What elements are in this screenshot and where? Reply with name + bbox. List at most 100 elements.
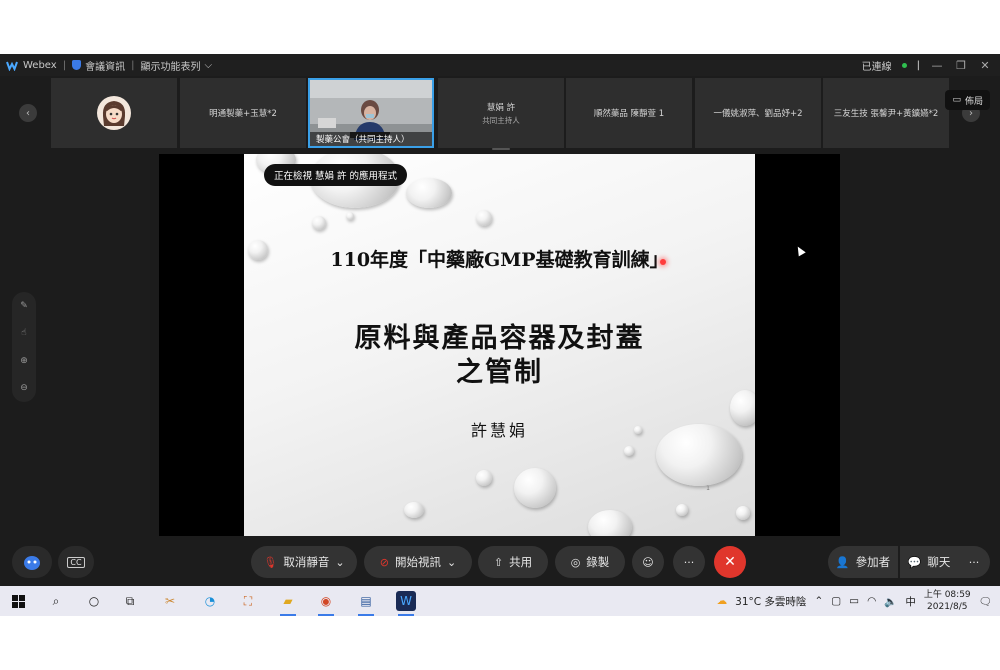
chat-bubble-icon: 💬	[907, 555, 922, 569]
task-view-icon[interactable]: ⧉	[120, 591, 140, 611]
annotate-icon[interactable]: ✎	[20, 301, 28, 311]
participant-name: 製藥公會（共同主持人）	[310, 132, 432, 146]
strip-prev-button[interactable]: ‹	[19, 104, 37, 122]
weather-text[interactable]: 31°C 多雲時陰	[735, 594, 806, 609]
smiley-icon: ☺	[642, 555, 654, 569]
chevron-down-icon[interactable]: ⌄	[447, 556, 456, 569]
share-label: 共用	[509, 555, 533, 569]
show-menu-bar-button[interactable]: 顯示功能表列 ⌵	[140, 58, 212, 73]
file-explorer-icon[interactable]: ▰	[278, 591, 298, 616]
annotation-toolbar: ✎ ☝ ⊕ ⊖	[12, 292, 36, 402]
connected-dot-icon	[901, 62, 907, 68]
start-button[interactable]	[8, 591, 28, 611]
assistant-button[interactable]	[12, 546, 52, 578]
title-right: 已連線 | — ❐ ✕	[862, 54, 992, 76]
water-drop	[476, 210, 492, 226]
drag-handle[interactable]	[492, 148, 510, 150]
chevron-up-icon[interactable]: ⌃	[814, 595, 823, 607]
more-options-button[interactable]: ···	[673, 546, 705, 578]
clock[interactable]: 上午 08:59 2021/8/5	[924, 589, 971, 613]
cortana-icon[interactable]: ○	[84, 591, 104, 611]
slide-title-line2: 原料與產品容器及封蓋 之管制	[244, 322, 755, 390]
end-meeting-button[interactable]: ✕	[714, 546, 746, 578]
battery-icon[interactable]: ▭	[849, 595, 859, 607]
share-button[interactable]: ⇧ 共用	[478, 546, 548, 578]
clock-time: 上午 08:59	[923, 590, 971, 600]
unmute-button[interactable]: 🎙 取消靜音 ⌄	[251, 546, 357, 578]
remote-control-icon[interactable]: ☝	[21, 328, 26, 338]
water-drop	[588, 510, 632, 536]
shield-icon	[72, 60, 82, 70]
device-icon[interactable]: ▢	[831, 595, 841, 607]
pdf-reader-icon[interactable]: ⛶	[238, 591, 258, 611]
participant-tile[interactable]: 慧娟 許 共同主持人	[438, 78, 564, 148]
video-off-icon: ⊘	[379, 555, 389, 569]
chat-button[interactable]: 💬 聊天	[900, 546, 958, 578]
water-drop	[404, 502, 424, 518]
notification-icon[interactable]: 🗨	[979, 595, 992, 608]
system-tray: ☁ 31°C 多雲時陰 ⌃ ▢ ▭ ◠ 🔈 中 上午 08:59 2021/8/…	[717, 586, 992, 616]
meeting-info-label: 會議資訊	[85, 61, 126, 73]
record-label: 錄製	[586, 555, 610, 569]
meeting-info-button[interactable]: 會議資訊	[72, 58, 125, 73]
minimize-button[interactable]: —	[930, 59, 944, 72]
water-drop	[312, 216, 326, 230]
participant-tile[interactable]: 明通製藥+玉慧*2	[180, 78, 306, 148]
participants-button[interactable]: 👤 參加者	[828, 546, 898, 578]
webex-taskbar-icon[interactable]: W	[396, 591, 416, 616]
weather-icon: ☁	[716, 595, 728, 607]
panel-more-button[interactable]: ···	[958, 546, 990, 578]
clock-date: 2021/8/5	[927, 602, 968, 612]
assistant-icon	[24, 556, 40, 570]
participant-tile-avatar[interactable]	[51, 78, 177, 148]
word-icon[interactable]: ▤	[356, 591, 376, 616]
share-icon: ⇧	[493, 555, 504, 569]
start-video-button[interactable]: ⊘ 開始視訊 ⌄	[364, 546, 472, 578]
zoom-out-icon[interactable]: ⊖	[20, 383, 28, 393]
edge-browser-icon[interactable]: ◔	[200, 591, 220, 611]
participant-name: 一儀姚淑萍、劉品妤+2	[713, 109, 803, 119]
chat-label: 聊天	[927, 555, 951, 569]
reactions-button[interactable]: ☺	[632, 546, 664, 578]
record-button[interactable]: ◎ 錄製	[555, 546, 625, 578]
water-drop	[406, 178, 452, 208]
layout-button[interactable]: ▭ 佈局	[945, 90, 990, 110]
water-drop	[624, 446, 634, 456]
closed-captions-button[interactable]: CC	[58, 546, 94, 578]
snipping-tool-icon[interactable]: ✂	[160, 591, 180, 611]
app-name: Webex	[23, 59, 57, 71]
windows-logo-icon	[11, 594, 25, 608]
webex-window: Webex | 會議資訊 | 顯示功能表列 ⌵ 已連線 | — ❐ ✕ ‹ 明通…	[0, 54, 1000, 586]
search-icon[interactable]: ⌕	[46, 591, 66, 611]
volume-icon[interactable]: 🔈	[884, 595, 897, 608]
slide-page-number: 1	[706, 485, 710, 492]
wifi-icon[interactable]: ◠	[867, 595, 876, 607]
chevron-down-icon[interactable]: ⌄	[335, 556, 344, 569]
restore-button[interactable]: ❐	[954, 59, 968, 72]
participant-tile[interactable]: 三友生技 張馨尹+黃鑛嬿*2	[823, 78, 949, 148]
layout-icon: ▭	[952, 95, 961, 105]
participant-name: 慧娟 許	[486, 102, 516, 113]
laser-pointer	[660, 259, 666, 265]
slide-title-line2a: 原料與產品容器及封蓋	[354, 323, 645, 354]
participant-role: 共同主持人	[482, 115, 520, 125]
powerpoint-icon[interactable]: ◉	[316, 591, 336, 616]
participant-tile-active-video[interactable]: 製藥公會（共同主持人）	[308, 78, 434, 148]
zoom-in-icon[interactable]: ⊕	[20, 356, 28, 366]
participant-tile[interactable]: 一儀姚淑萍、劉品妤+2	[695, 78, 821, 148]
close-window-button[interactable]: ✕	[978, 59, 992, 72]
water-drop	[736, 506, 750, 520]
meeting-controls: CC 🎙 取消靜音 ⌄ ⊘ 開始視訊 ⌄ ⇧ 共用 ◎ 錄製 ☺ ··· ✕ 👤…	[0, 544, 1000, 584]
participant-tile[interactable]: 順然藥品 陳靜萱 1	[566, 78, 692, 148]
start-video-label: 開始視訊	[395, 555, 441, 569]
participant-name: 順然藥品 陳靜萱 1	[593, 109, 665, 119]
unmute-label: 取消靜音	[283, 555, 330, 569]
shared-content-area: 110年度「中藥廠GMP基礎教育訓練」 原料與產品容器及封蓋 之管制 許慧娟 1	[159, 154, 840, 536]
close-icon: ✕	[724, 554, 736, 570]
ime-indicator[interactable]: 中	[905, 594, 916, 609]
water-drop	[346, 212, 354, 220]
viewing-badge: 正在檢視 慧娟 許 的應用程式	[264, 164, 408, 186]
title-bar: Webex | 會議資訊 | 顯示功能表列 ⌵ 已連線 | — ❐ ✕	[0, 54, 1000, 76]
show-menu-label: 顯示功能表列	[140, 61, 201, 73]
more-icon: ···	[968, 555, 980, 569]
